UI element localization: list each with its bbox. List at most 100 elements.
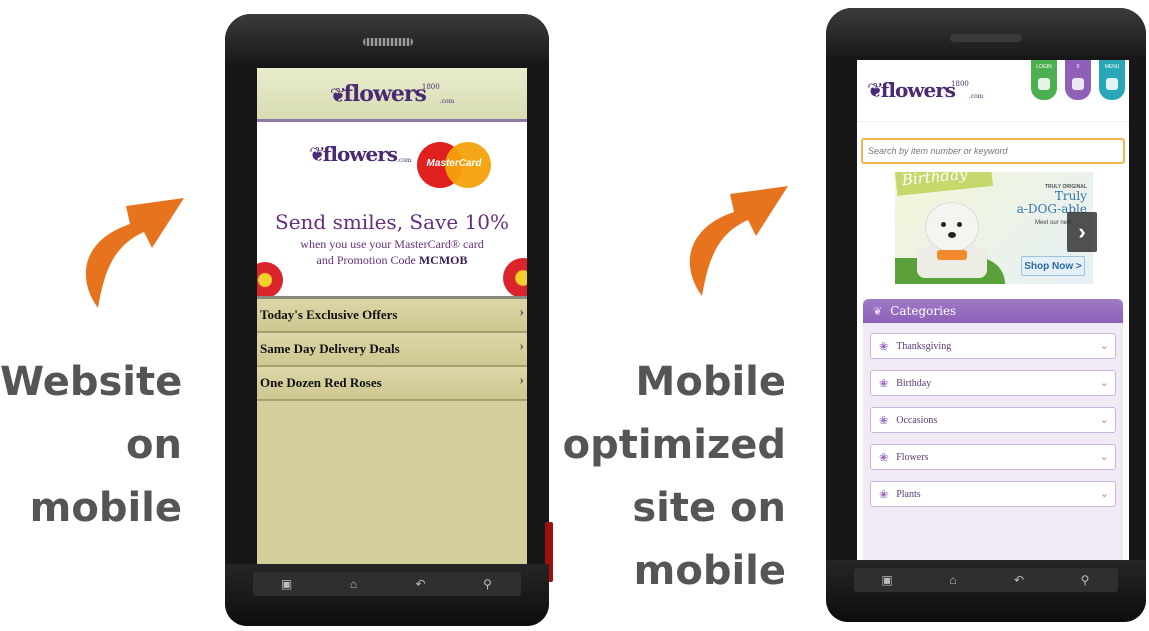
chevron-right-icon: › <box>519 305 524 320</box>
category-thanksgiving[interactable]: ❀ Thanksgiving ⌄ <box>870 333 1116 359</box>
logo-brand: flowers <box>322 142 398 166</box>
right-caption-line: optimized <box>562 422 786 468</box>
flower-icon: ❀ <box>879 488 889 501</box>
dog-bouquet-image <box>917 202 987 278</box>
categories-list: ❀ Thanksgiving ⌄ ❀ Birthday ⌄ ❀ Occasion… <box>863 323 1123 507</box>
phone-bottom-bar: ▣ ⌂ ↶ ⚲ <box>225 564 549 626</box>
mastercard-text: MasterCard <box>426 158 482 169</box>
logo-suffix: .com <box>439 97 455 105</box>
menu-item-label: Today's Exclusive Offers <box>260 307 398 322</box>
category-label: Occasions <box>896 414 938 426</box>
banner-line-2: and Promotion Code MCMOB <box>257 253 527 268</box>
banner-headline: Send smiles, Save 10% <box>275 210 509 234</box>
left-phone: ❦ flowers 1800 .com ❦ flowers .com Maste… <box>225 14 553 626</box>
left-caption-line: mobile <box>29 485 182 531</box>
categories-panel: ❦ Categories ❀ Thanksgiving ⌄ ❀ Birthday… <box>863 299 1123 570</box>
search-icon[interactable]: ⚲ <box>478 577 498 591</box>
hardware-keys: ▣ ⌂ ↶ ⚲ <box>253 572 521 596</box>
search-icon[interactable]: ⚲ <box>1075 573 1095 587</box>
logo-brand: flowers <box>343 80 426 107</box>
logo-number: 1800 <box>951 80 969 88</box>
right-caption: Mobile optimized site on mobile <box>560 351 786 603</box>
back-icon[interactable]: ↶ <box>411 577 431 591</box>
home-icon[interactable]: ⌂ <box>344 577 364 591</box>
flower-icon: ❀ <box>879 377 889 390</box>
phone-top-bar <box>826 8 1146 56</box>
category-birthday[interactable]: ❀ Birthday ⌄ <box>870 370 1116 396</box>
categories-header: ❦ Categories <box>863 299 1123 323</box>
offers-menu: Today's Exclusive Offers › Same Day Deli… <box>257 299 527 401</box>
category-label: Flowers <box>896 451 929 463</box>
left-caption-line: Website <box>0 359 183 405</box>
carousel-next-button[interactable]: › <box>1067 212 1097 252</box>
chevron-down-icon: ⌄ <box>1099 340 1109 352</box>
category-flowers[interactable]: ❀ Flowers ⌄ <box>870 444 1116 470</box>
speaker-grille <box>363 38 413 46</box>
categories-title: Categories <box>890 304 957 318</box>
menu-item-exclusive-offers[interactable]: Today's Exclusive Offers › <box>257 299 527 333</box>
right-caption-line: site on <box>632 485 786 531</box>
menu-tab[interactable]: MENU <box>1099 60 1125 100</box>
right-phone: ❦ flowers 1800 .com LOGIN 0 MENU Birthda… <box>826 8 1146 622</box>
banner-title-line: Truly <box>1054 189 1087 203</box>
banner-line-1: when you use your MasterCard® card <box>300 237 484 251</box>
menu-item-same-day-delivery[interactable]: Same Day Delivery Deals › <box>257 333 527 367</box>
right-caption-line: mobile <box>633 548 786 594</box>
search-box[interactable] <box>861 138 1125 164</box>
flower-icon: ❀ <box>879 451 889 464</box>
chevron-down-icon: ⌄ <box>1099 451 1109 463</box>
login-tab-label: LOGIN <box>1036 64 1052 70</box>
speaker-grille <box>950 34 1022 42</box>
category-occasions[interactable]: ❀ Occasions ⌄ <box>870 407 1116 433</box>
category-label: Birthday <box>896 377 932 389</box>
logo-number: 1800 <box>421 82 440 91</box>
menu-icon[interactable]: ▣ <box>877 573 897 587</box>
logo-suffix: .com <box>397 157 412 164</box>
chevron-right-icon: › <box>519 373 524 388</box>
banner-subtext: Meet our new <box>1035 220 1072 226</box>
lock-icon <box>1038 78 1050 90</box>
menu-icon[interactable]: ▣ <box>277 577 297 591</box>
menu-item-label: One Dozen Red Roses <box>260 375 382 390</box>
featured-banner[interactable]: Birthday TRULY ORIGINAL Truly a-DOG-able… <box>895 172 1093 284</box>
home-icon[interactable]: ⌂ <box>943 573 963 587</box>
chevron-down-icon: ⌄ <box>1099 488 1109 500</box>
phone-top-bar <box>225 14 549 62</box>
leaf-icon <box>1106 78 1118 90</box>
site-header: ❦ flowers 1800 .com <box>257 68 527 122</box>
login-tab[interactable]: LOGIN <box>1031 60 1057 100</box>
chevron-down-icon: ⌄ <box>1099 377 1109 389</box>
flower-icon: ❀ <box>879 340 889 353</box>
cart-tab-label: 0 <box>1076 64 1080 70</box>
cart-icon <box>1072 78 1084 90</box>
logo-suffix: .com <box>968 93 984 100</box>
promo-banner[interactable]: ❦ flowers .com MasterCard Send smiles, S… <box>257 122 527 299</box>
shop-now-button[interactable]: Shop Now > <box>1021 256 1085 276</box>
flower-icon: ❀ <box>879 414 889 427</box>
search-input[interactable] <box>863 140 1123 162</box>
chevron-down-icon: ⌄ <box>1099 414 1109 426</box>
cart-tab[interactable]: 0 <box>1065 60 1091 100</box>
birthday-ribbon: Birthday <box>895 172 993 196</box>
leaf-icon: ❦ <box>873 304 883 318</box>
chevron-right-icon: › <box>519 339 524 354</box>
right-screen: ❦ flowers 1800 .com LOGIN 0 MENU Birthda… <box>857 60 1129 570</box>
right-caption-line: Mobile <box>635 359 786 405</box>
left-caption-line: on <box>126 422 182 468</box>
back-icon[interactable]: ↶ <box>1009 573 1029 587</box>
left-caption: Website on mobile <box>0 351 182 540</box>
mastercard-logo: MasterCard <box>417 142 491 188</box>
menu-item-label: Same Day Delivery Deals <box>260 341 400 356</box>
phone-bottom-bar: ▣ ⌂ ↶ ⚲ <box>826 560 1146 622</box>
flowers-logo: ❦ flowers 1800 .com <box>330 83 455 105</box>
category-label: Plants <box>896 488 921 500</box>
category-plants[interactable]: ❀ Plants ⌄ <box>870 481 1116 507</box>
menu-item-red-roses[interactable]: One Dozen Red Roses › <box>257 367 527 401</box>
flowers-logo[interactable]: ❦ flowers 1800 .com <box>867 80 983 100</box>
logo-brand: flowers <box>880 78 956 102</box>
left-screen: ❦ flowers 1800 .com ❦ flowers .com Maste… <box>257 68 527 582</box>
hardware-keys: ▣ ⌂ ↶ ⚲ <box>854 568 1118 592</box>
promo-code: MCMOB <box>418 253 468 267</box>
category-label: Thanksgiving <box>896 340 952 352</box>
curved-up-right-arrow-icon <box>689 186 788 296</box>
